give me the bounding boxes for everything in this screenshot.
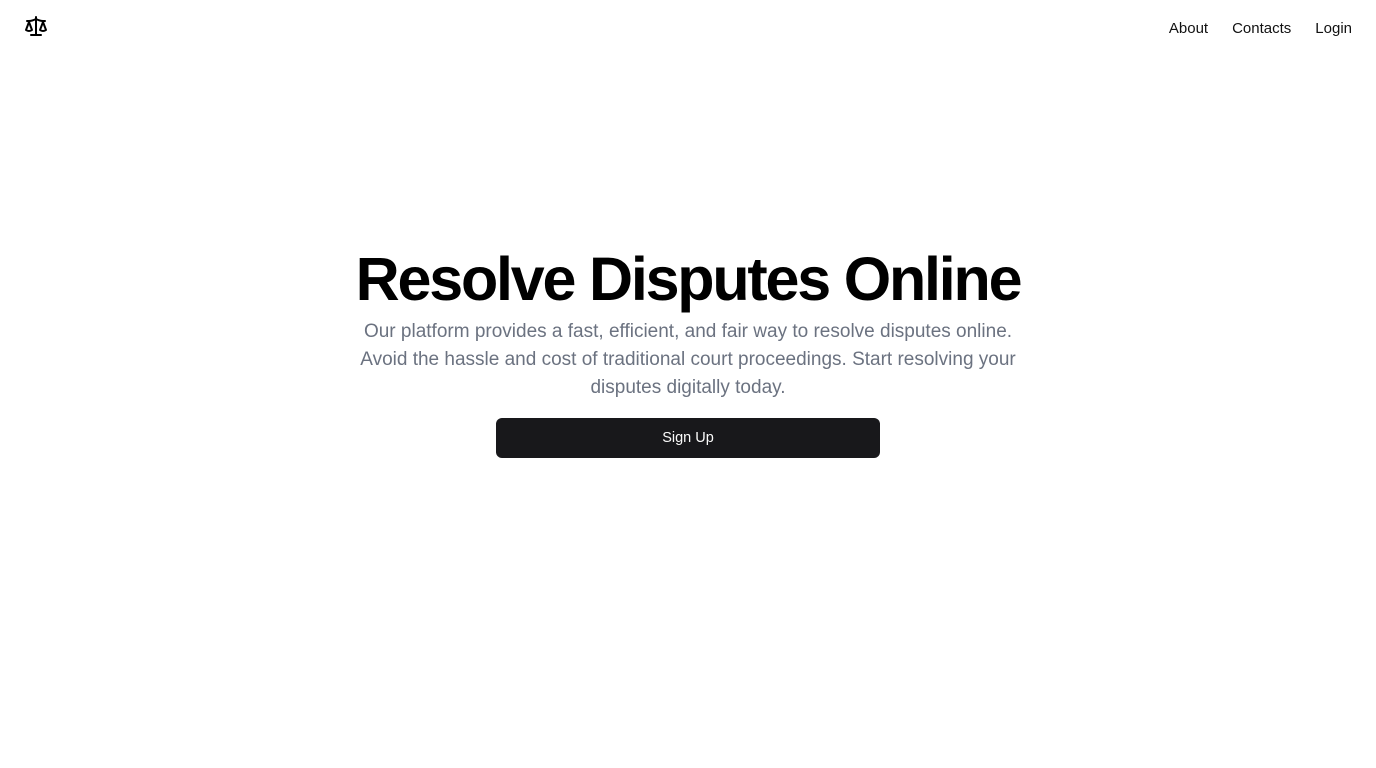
hero-title: Resolve Disputes Online: [355, 245, 1023, 313]
landing-page: About Contacts Login Resolve Disputes On…: [0, 0, 1376, 768]
hero-section: Resolve Disputes Online Our platform pro…: [0, 246, 1376, 458]
sign-up-button[interactable]: Sign Up: [496, 418, 880, 458]
nav-link-contacts[interactable]: Contacts: [1232, 20, 1291, 37]
home-logo-link[interactable]: [24, 14, 48, 43]
main-nav: About Contacts Login: [1169, 20, 1352, 37]
site-header: About Contacts Login: [0, 0, 1376, 56]
hero-description: Our platform provides a fast, efficient,…: [360, 321, 1016, 398]
nav-link-login[interactable]: Login: [1315, 20, 1352, 37]
scale-icon: [24, 14, 48, 43]
nav-link-about[interactable]: About: [1169, 20, 1208, 37]
